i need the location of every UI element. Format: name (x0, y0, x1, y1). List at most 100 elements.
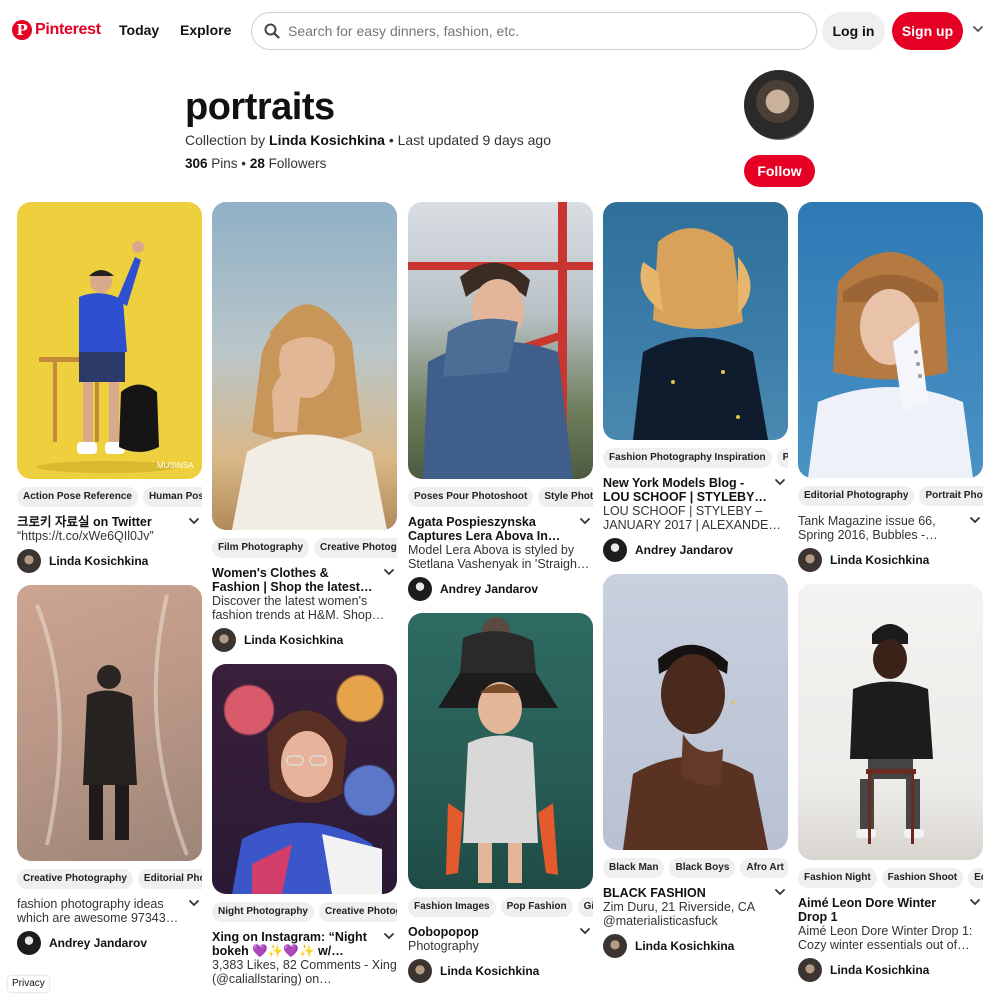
follow-button[interactable]: Follow (744, 155, 815, 187)
tag-chip[interactable]: Film Photography (212, 538, 309, 558)
tag-chip[interactable]: Portrait Photo (919, 486, 983, 506)
pin-author[interactable]: Andrey Jandarov (603, 538, 788, 562)
pin-image[interactable] (798, 202, 983, 478)
chevron-down-icon[interactable] (972, 23, 984, 35)
pin-column: Film Photography Creative Photogra Women… (212, 202, 397, 998)
pin-title[interactable]: Aimé Leon Dore Winter Drop 1 (798, 896, 965, 924)
pin-image[interactable] (408, 613, 593, 889)
tag-chip[interactable]: Fashion Images (408, 897, 496, 917)
pin-author[interactable]: Linda Kosichkina (798, 958, 983, 982)
tag-chip[interactable]: Black Boys (669, 858, 736, 878)
owner-avatar[interactable] (744, 70, 814, 140)
pin-title[interactable]: Xing on Instagram: “Night bokeh 💜✨💜✨ w/… (212, 930, 379, 958)
tag-chip[interactable]: Fashion Shoot (881, 868, 964, 888)
tag-chip[interactable]: Creative Photog (319, 902, 397, 922)
privacy-link[interactable]: Privacy (8, 976, 49, 992)
chevron-down-icon[interactable] (579, 925, 591, 937)
tag-chip[interactable]: Black Man (603, 858, 665, 878)
chevron-down-icon[interactable] (774, 476, 786, 488)
tag-list: Action Pose Reference Human Pose (17, 487, 202, 507)
pin-author[interactable]: Andrey Jandarov (408, 577, 593, 601)
tag-list: Fashion Night Fashion Shoot Edi (798, 868, 983, 888)
pin-title[interactable]: Oobopopop (408, 925, 575, 939)
pin-card[interactable]: Fashion Photography Inspiration Po New Y… (603, 202, 788, 562)
tag-chip[interactable]: Action Pose Reference (17, 487, 138, 507)
pin-column: Fashion Photography Inspiration Po New Y… (603, 202, 788, 970)
tag-chip[interactable]: Poses Pour Photoshoot (408, 487, 534, 507)
author-name: Linda Kosichkina (830, 553, 930, 567)
pin-image[interactable] (212, 202, 397, 530)
pinterest-logo[interactable]: P Pinterest (12, 20, 101, 40)
pin-title-row: Tank Magazine issue 66, Spring 2016, Bub… (798, 514, 983, 542)
pin-card[interactable]: Black Man Black Boys Afro Art BLACK FASH… (603, 574, 788, 958)
pin-card[interactable]: Film Photography Creative Photogra Women… (212, 202, 397, 652)
pin-title[interactable]: New York Models Blog - LOU SCHOOF | STYL… (603, 476, 770, 504)
pin-column: Poses Pour Photoshoot Style Photo Agata … (408, 202, 593, 995)
author-name: Linda Kosichkina (830, 963, 930, 977)
pin-card[interactable]: MUSINSA Action Pose Reference Human Pose… (17, 202, 202, 573)
pin-image[interactable] (603, 202, 788, 440)
pin-author[interactable]: Linda Kosichkina (798, 548, 983, 572)
chevron-down-icon[interactable] (188, 515, 200, 527)
pin-image[interactable] (17, 585, 202, 861)
pin-author[interactable]: Linda Kosichkina (603, 934, 788, 958)
chevron-down-icon[interactable] (383, 566, 395, 578)
login-button[interactable]: Log in (822, 12, 885, 50)
top-bar: P Pinterest Today Explore Log in Sign up (0, 0, 1000, 62)
pin-image[interactable] (408, 202, 593, 479)
search-bar[interactable] (251, 12, 817, 50)
pin-author[interactable]: Linda Kosichkina (408, 959, 593, 983)
tag-chip[interactable]: Night Photography (212, 902, 314, 922)
board-owner-link[interactable]: Linda Kosichkina (269, 132, 385, 148)
pin-description: Aimé Leon Dore Winter Drop 1: Cozy winte… (798, 924, 973, 952)
tag-chip[interactable]: Fashion Photography Inspiration (603, 448, 772, 468)
pin-title[interactable]: Women's Clothes & Fashion | Shop the lat… (212, 566, 379, 594)
pin-author[interactable]: Andrey Jandarov (17, 931, 202, 955)
pin-author[interactable]: Linda Kosichkina (212, 628, 397, 652)
pin-image[interactable] (212, 664, 397, 894)
board-byline: Collection by Linda Kosichkina • Last up… (185, 132, 551, 148)
pin-title-row: New York Models Blog - LOU SCHOOF | STYL… (603, 476, 788, 504)
pin-card[interactable]: Poses Pour Photoshoot Style Photo Agata … (408, 202, 593, 601)
chevron-down-icon[interactable] (579, 515, 591, 527)
tag-chip[interactable]: Girl (577, 897, 593, 917)
avatar (798, 958, 822, 982)
tag-chip[interactable]: Editorial Photography (798, 486, 915, 506)
tag-chip[interactable]: Human Pose (142, 487, 202, 507)
tag-list: Fashion Images Pop Fashion Girl (408, 897, 593, 917)
chevron-down-icon[interactable] (188, 897, 200, 909)
pin-card[interactable]: Creative Photography Editorial Photo fas… (17, 585, 202, 955)
chevron-down-icon[interactable] (774, 886, 786, 898)
pin-card[interactable]: Fashion Images Pop Fashion Girl Oobopopo… (408, 613, 593, 983)
chevron-down-icon[interactable] (969, 514, 981, 526)
pin-title[interactable]: BLACK FASHION (603, 886, 770, 900)
pin-card[interactable]: Fashion Night Fashion Shoot Edi Aimé Leo… (798, 584, 983, 982)
nav-explore[interactable]: Explore (180, 22, 231, 38)
tag-chip[interactable]: Style Photo (538, 487, 593, 507)
pin-card[interactable]: Editorial Photography Portrait Photo Tan… (798, 202, 983, 572)
pin-card[interactable]: Night Photography Creative Photog Xing o… (212, 664, 397, 986)
pin-image[interactable] (603, 574, 788, 850)
tag-chip[interactable]: Afro Art (740, 858, 788, 878)
tag-chip[interactable]: Creative Photography (17, 869, 133, 889)
author-name: Linda Kosichkina (244, 633, 344, 647)
tag-list: Poses Pour Photoshoot Style Photo (408, 487, 593, 507)
pin-image[interactable] (798, 584, 983, 860)
tag-chip[interactable]: Fashion Night (798, 868, 877, 888)
pin-column: Editorial Photography Portrait Photo Tan… (798, 202, 983, 994)
tag-chip[interactable]: Pop Fashion (500, 897, 573, 917)
signup-button[interactable]: Sign up (892, 12, 963, 50)
nav-today[interactable]: Today (119, 22, 159, 38)
avatar (212, 628, 236, 652)
pin-author[interactable]: Linda Kosichkina (17, 549, 202, 573)
tag-chip[interactable]: Edi (968, 868, 983, 888)
chevron-down-icon[interactable] (969, 896, 981, 908)
tag-chip[interactable]: Po (776, 448, 788, 468)
search-input[interactable] (288, 23, 788, 39)
tag-chip[interactable]: Creative Photogra (314, 538, 397, 558)
chevron-down-icon[interactable] (383, 930, 395, 942)
pin-title[interactable]: Agata Pospieszynska Captures Lera Abova … (408, 515, 575, 543)
pin-title[interactable]: 크로키 자료실 on Twitter (17, 515, 184, 529)
pin-image[interactable]: MUSINSA (17, 202, 202, 479)
tag-chip[interactable]: Editorial Photo (137, 869, 202, 889)
